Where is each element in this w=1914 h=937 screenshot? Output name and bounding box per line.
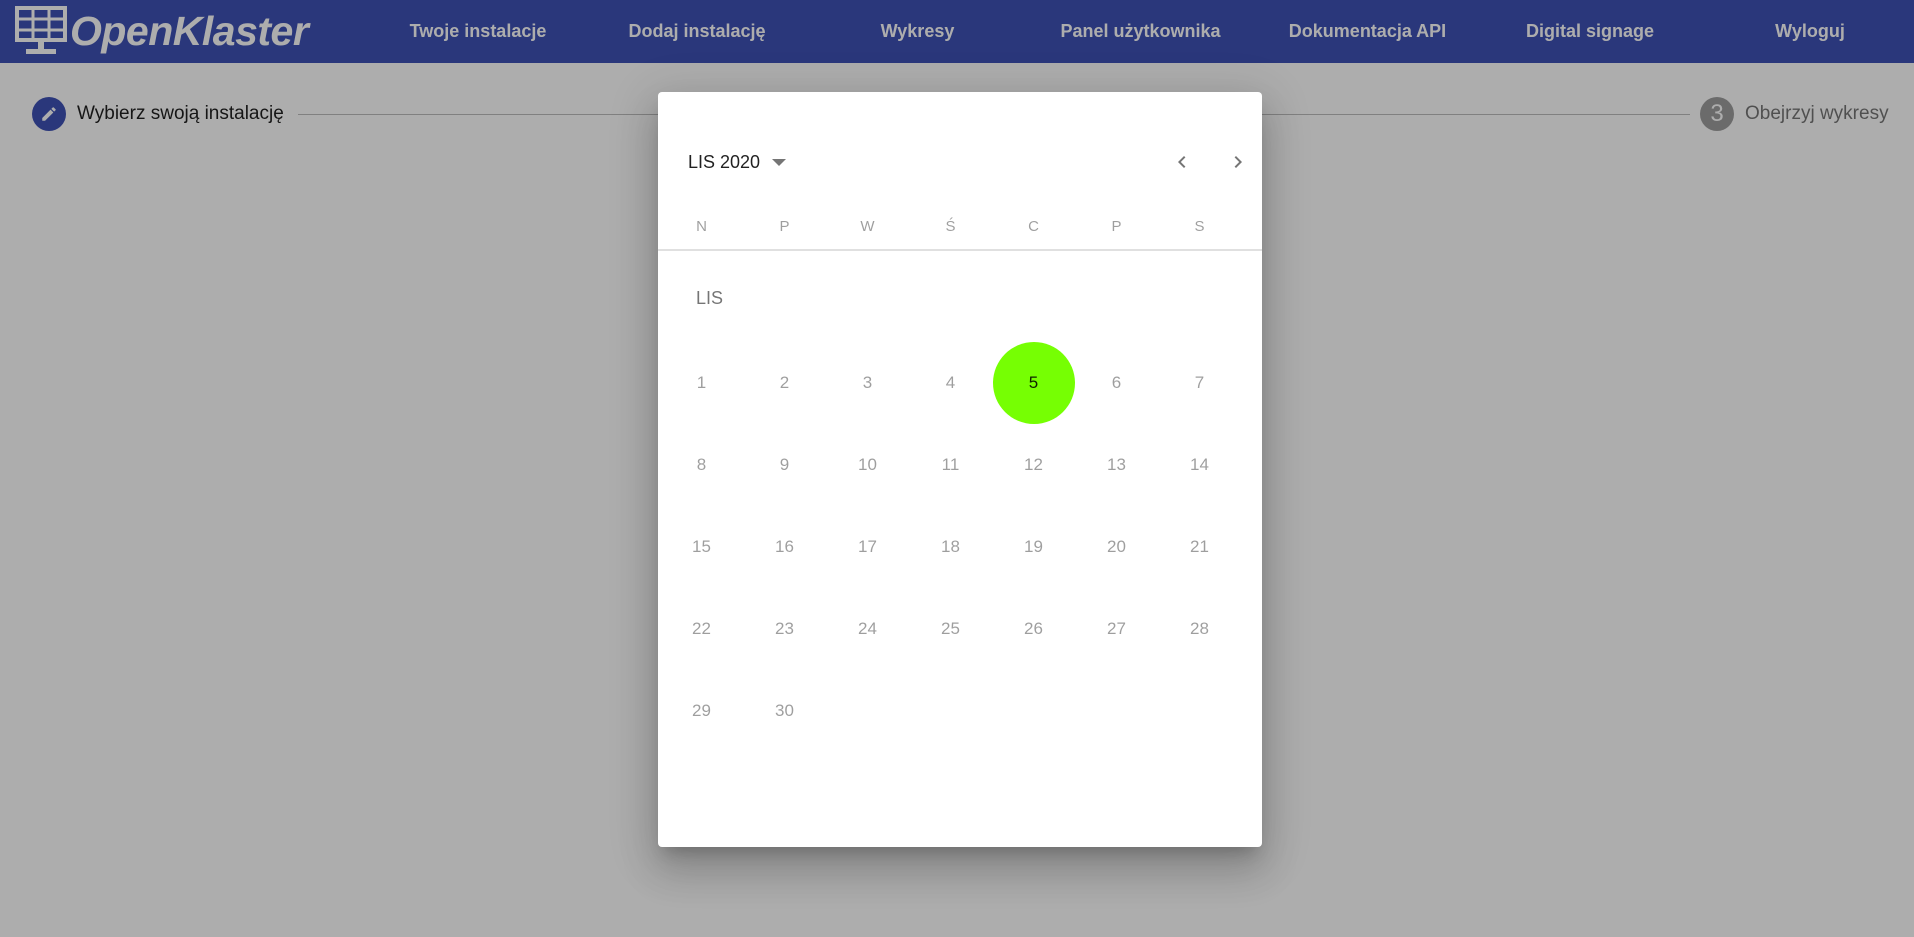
calendar-day[interactable]: 24 — [826, 588, 909, 670]
calendar-day[interactable]: 25 — [909, 588, 992, 670]
calendar-day[interactable]: 6 — [1075, 342, 1158, 424]
chevron-right-icon — [1234, 156, 1242, 168]
calendar-day[interactable]: 26 — [992, 588, 1075, 670]
calendar-day[interactable]: 13 — [1075, 424, 1158, 506]
calendar-day[interactable]: 11 — [909, 424, 992, 506]
day-number: 2 — [779, 373, 790, 392]
day-number: 25 — [941, 619, 960, 638]
day-number: 19 — [1024, 537, 1043, 556]
caret-down-icon — [772, 158, 787, 166]
day-number: 18 — [941, 537, 960, 556]
chevron-left-icon — [1178, 156, 1186, 168]
previous-month-button[interactable] — [1162, 142, 1202, 182]
weekday-label: P — [1111, 218, 1122, 235]
period-label: LIS 2020 — [688, 151, 761, 172]
calendar-day[interactable]: 19 — [992, 506, 1075, 588]
weekday-label: Ś — [945, 218, 956, 235]
day-number: 14 — [1190, 455, 1209, 474]
day-number: 28 — [1190, 619, 1209, 638]
weekday-label: P — [779, 218, 790, 235]
calendar-day[interactable]: 28 — [1158, 588, 1241, 670]
day-number: 7 — [1194, 373, 1205, 392]
calendar-day[interactable]: 30 — [743, 670, 826, 752]
day-number: 9 — [779, 455, 790, 474]
weekday-label: N — [696, 218, 707, 235]
calendar-day[interactable]: 3 — [826, 342, 909, 424]
calendar-day[interactable]: 4 — [909, 342, 992, 424]
day-number: 20 — [1107, 537, 1126, 556]
day-number: 6 — [1111, 373, 1122, 392]
calendar-day[interactable]: 8 — [660, 424, 743, 506]
day-number: 22 — [692, 619, 711, 638]
day-number: 16 — [775, 537, 794, 556]
calendar-day[interactable]: 15 — [660, 506, 743, 588]
weekday-label: S — [1194, 218, 1205, 235]
day-number: 4 — [945, 373, 956, 392]
day-number: 29 — [692, 701, 711, 720]
day-number: 11 — [941, 455, 960, 474]
calendar-day[interactable]: 1 — [660, 342, 743, 424]
weekday-label: C — [1028, 218, 1039, 235]
calendar-day[interactable]: 2 — [743, 342, 826, 424]
selected-day: 5 — [992, 342, 1075, 424]
month-label: LIS — [696, 288, 724, 308]
day-number: 23 — [775, 619, 794, 638]
calendar-day[interactable]: 17 — [826, 506, 909, 588]
calendar-day[interactable]: 14 — [1158, 424, 1241, 506]
calendar-day[interactable]: 23 — [743, 588, 826, 670]
day-number: 8 — [696, 455, 707, 474]
day-number: 27 — [1107, 619, 1126, 638]
calendar-day[interactable]: 9 — [743, 424, 826, 506]
calendar-day[interactable]: 27 — [1075, 588, 1158, 670]
period-select-button[interactable]: LIS 2020 — [688, 144, 787, 180]
day-number: 3 — [862, 373, 873, 392]
day-number: 10 — [858, 455, 877, 474]
calendar-day[interactable]: 16 — [743, 506, 826, 588]
calendar-day[interactable]: 29 — [660, 670, 743, 752]
day-number: 30 — [775, 701, 794, 720]
calendar-day[interactable]: 12 — [992, 424, 1075, 506]
calendar-day[interactable]: 20 — [1075, 506, 1158, 588]
day-number: 15 — [692, 537, 711, 556]
day-number: 12 — [1024, 455, 1043, 474]
day-number: 17 — [858, 537, 877, 556]
day-number: 21 — [1190, 537, 1209, 556]
day-number: 24 — [858, 619, 877, 638]
calendar-day[interactable]: 18 — [909, 506, 992, 588]
calendar-day[interactable]: 22 — [660, 588, 743, 670]
calendar-day[interactable]: 7 — [1158, 342, 1241, 424]
next-month-button[interactable] — [1218, 142, 1258, 182]
calendar-header-divider — [658, 249, 1262, 251]
weekday-label: W — [860, 218, 875, 235]
datepicker-dialog: LIS 2020 NPWŚCPS LIS 1 2 3 4 5 6 7 8 9 10 11 12 13 14… — [658, 92, 1262, 847]
day-number: 13 — [1107, 455, 1126, 474]
calendar-day[interactable]: 5 — [992, 342, 1075, 424]
calendar-day[interactable]: 21 — [1158, 506, 1241, 588]
day-number: 26 — [1024, 619, 1043, 638]
day-number: 1 — [696, 373, 707, 392]
calendar-day[interactable]: 10 — [826, 424, 909, 506]
